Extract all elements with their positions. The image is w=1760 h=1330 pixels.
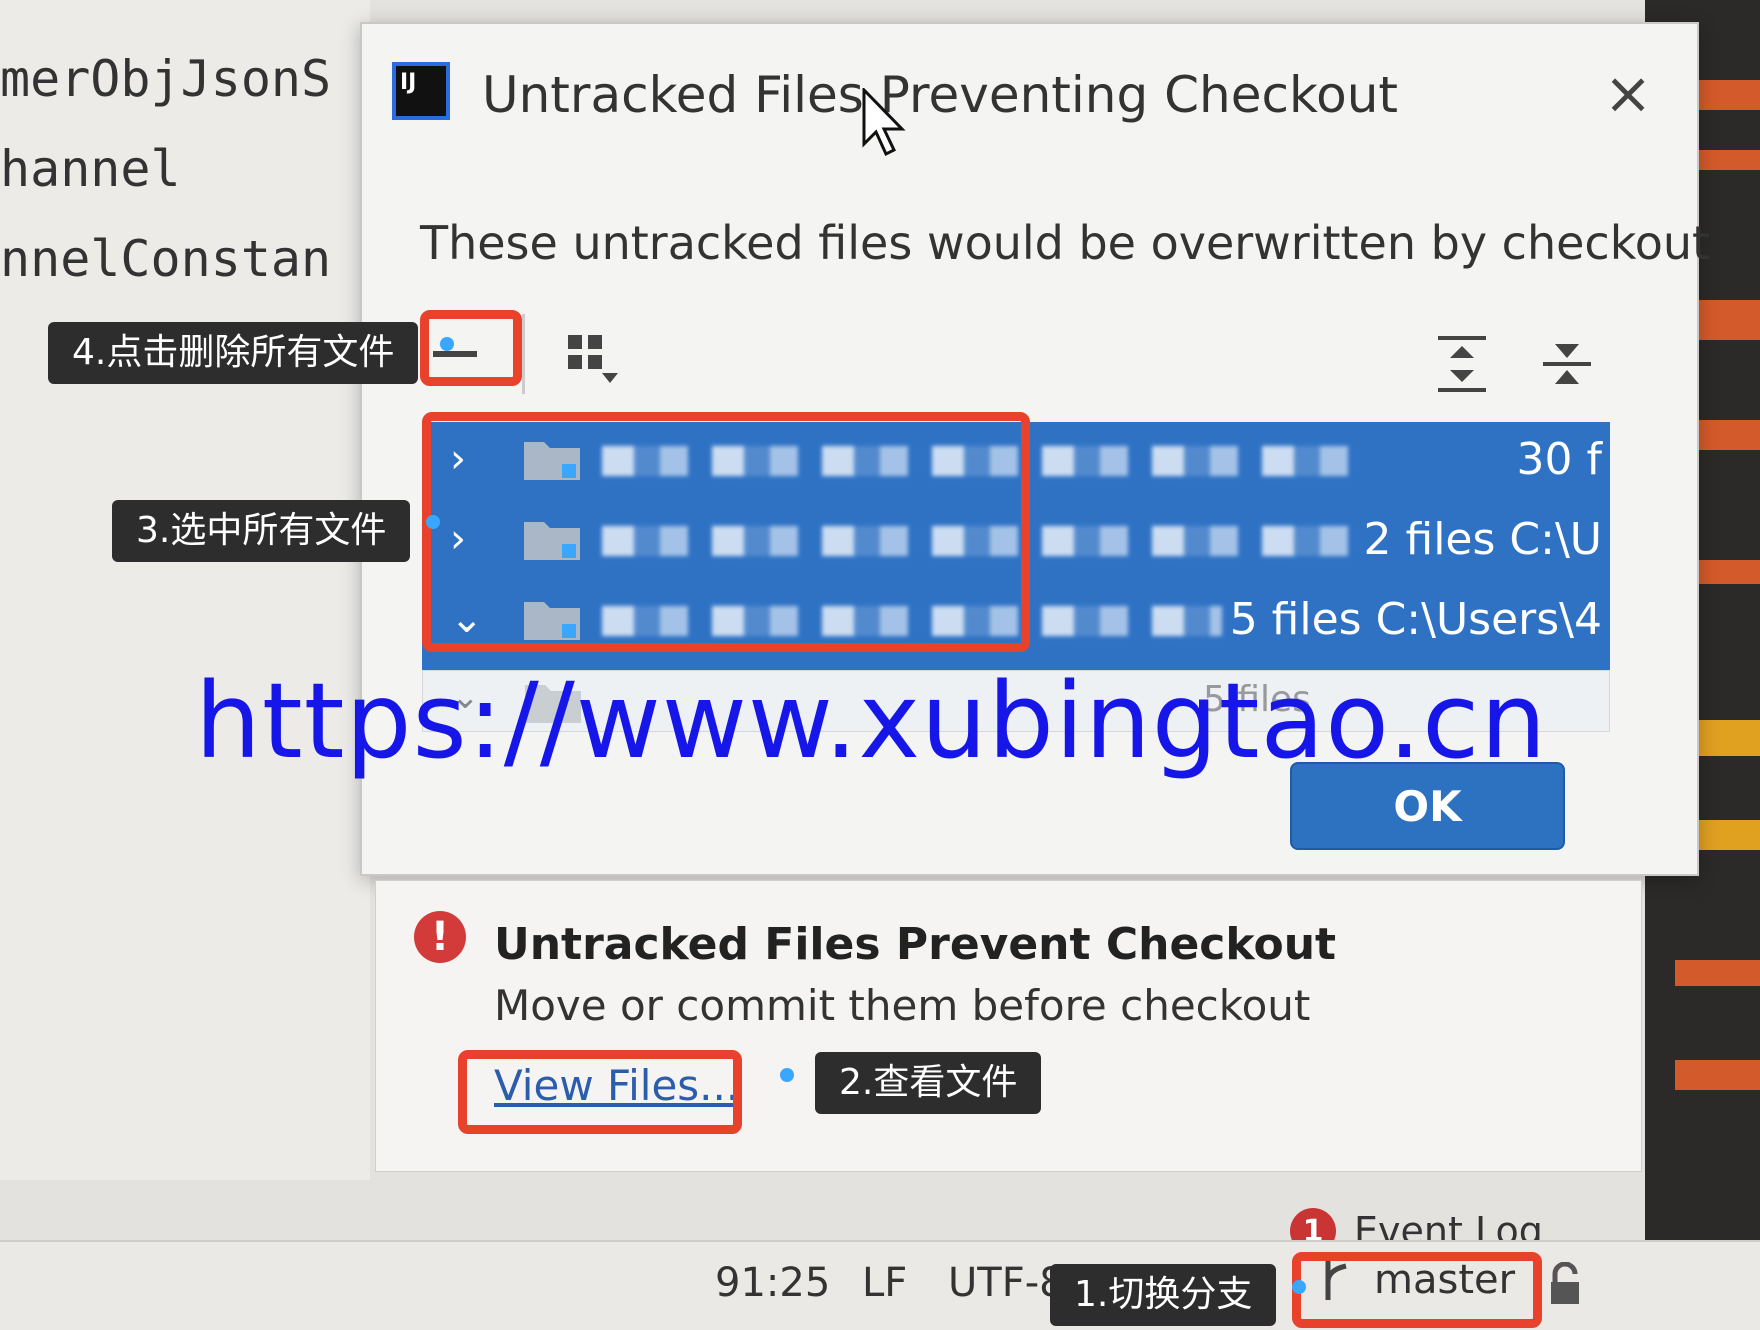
notification-title: Untracked Files Prevent Checkout <box>494 919 1337 970</box>
mouse-cursor-icon <box>862 88 906 157</box>
code-line: nnelConstan <box>0 230 332 288</box>
error-icon: ! <box>414 911 466 963</box>
code-editor: merObjJsonS hannel nnelConstan <box>0 0 370 1180</box>
close-icon[interactable]: × <box>1599 64 1657 122</box>
annotation-step1: 1.切换分支 <box>1050 1264 1277 1326</box>
file-encoding[interactable]: UTF-8 <box>948 1260 1065 1306</box>
annotation-step4: 4.点击删除所有文件 <box>48 322 419 384</box>
watermark-url: https://www.xubingtao.cn <box>195 660 1548 782</box>
annotation-dot <box>440 337 454 351</box>
collapse-all-icon[interactable] <box>1532 329 1602 399</box>
code-line: hannel <box>0 140 181 198</box>
annotation-dot <box>1292 1280 1306 1294</box>
annotation-step2: 2.查看文件 <box>815 1052 1042 1114</box>
highlight-branch <box>1292 1252 1542 1328</box>
highlight-remove-button <box>420 310 522 386</box>
annotation-dot <box>780 1068 794 1082</box>
group-by-icon[interactable] <box>557 324 627 394</box>
file-count: 30 f <box>1516 434 1602 485</box>
highlight-file-rows <box>422 412 1030 652</box>
dialog-title: Untracked Files Preventing Checkout <box>482 66 1399 124</box>
toolbar-divider <box>522 314 525 394</box>
annotation-step3: 3.选中所有文件 <box>112 500 411 562</box>
highlight-view-files <box>458 1050 742 1134</box>
annotation-dot <box>426 515 440 529</box>
file-count: 2 files C:\U <box>1363 514 1602 565</box>
expand-all-icon[interactable] <box>1427 329 1497 399</box>
caret-position[interactable]: 91:25 <box>715 1260 830 1306</box>
code-line: merObjJsonS <box>0 50 332 108</box>
line-separator[interactable]: LF <box>862 1260 907 1306</box>
file-count: 5 files C:\Users\4 <box>1229 594 1602 645</box>
notification-body: Move or commit them before checkout <box>494 981 1311 1030</box>
intellij-logo-icon: IJ <box>392 62 450 120</box>
dialog-message: These untracked files would be overwritt… <box>420 216 1711 270</box>
lock-icon[interactable] <box>1545 1262 1585 1306</box>
